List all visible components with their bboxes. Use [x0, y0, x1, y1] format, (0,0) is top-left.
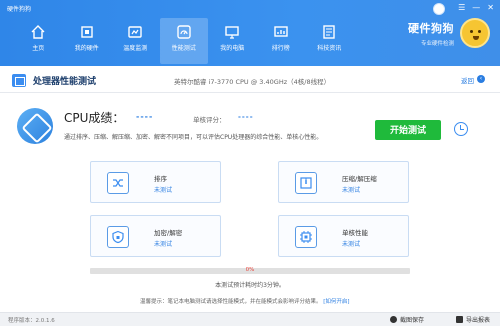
test-status: 未测试 [342, 187, 361, 194]
cpu-test-icon [12, 74, 26, 87]
test-card-sort[interactable]: 排序 未测试 [90, 161, 221, 203]
screenshot-label: 截图保存 [399, 317, 424, 324]
minimize-icon[interactable]: — [472, 3, 480, 13]
back-arrow-icon[interactable]: ‹ [477, 75, 485, 83]
nav-label: 性能测试 [171, 45, 196, 52]
cpu-icon [17, 108, 53, 144]
page-header: 处理器性能测试 英特尔酷睿 i7-3770 CPU @ 3.40GHz（4核/8… [0, 66, 500, 93]
shuffle-icon [107, 172, 129, 194]
test-description: 通过排序、压缩、解压缩、加密、解密不同项目，可以评估CPU处理器的综合性能、单核… [64, 134, 323, 141]
test-card-encrypt[interactable]: 加密/解密 未测试 [90, 215, 221, 257]
export-icon [455, 316, 463, 323]
thermometer-icon [128, 26, 142, 38]
export-label: 导出报表 [465, 317, 490, 324]
home-icon [31, 25, 45, 39]
test-title: 压缩/解压缩 [342, 175, 377, 183]
news-icon [323, 25, 335, 39]
tip-text: 温馨提示：笔记本电脑测试请选择性能模式，并在能模式会影响评分结果。 [如何开启] [140, 297, 350, 305]
progress-label: 0% [245, 267, 255, 273]
screenshot-save-button[interactable]: 截图保存 [389, 315, 424, 324]
how-to-enable-link[interactable]: [如何开启] [323, 299, 349, 305]
window-controls: ☰ — ✕ [458, 3, 494, 13]
test-status: 未测试 [342, 241, 361, 248]
export-report-button[interactable]: 导出报表 [455, 315, 490, 324]
test-status: 未测试 [154, 187, 173, 194]
chip-icon [81, 26, 93, 38]
nav-item-performance-test[interactable]: 性能测试 [159, 18, 208, 64]
monitor-icon [225, 26, 239, 39]
tip-message: 温馨提示：笔记本电脑测试请选择性能模式，并在能模式会影响评分结果。 [140, 299, 322, 305]
nav-item-home[interactable]: 主页 [14, 18, 63, 64]
ranking-icon [274, 26, 288, 37]
dog-logo-icon [460, 18, 490, 48]
speedometer-icon [177, 25, 191, 39]
processor-icon [295, 226, 317, 248]
shield-icon [107, 226, 129, 248]
test-title: 排序 [154, 175, 167, 183]
nav-item-tech-news[interactable]: 科技资讯 [305, 18, 354, 64]
nav-label: 主页 [32, 45, 45, 52]
cpu-score-value: ---- [136, 112, 154, 121]
nav-item-my-computer[interactable]: 我的电脑 [208, 18, 257, 64]
cpu-model: 英特尔酷睿 i7-3770 CPU @ 3.40GHz（4核/8线程） [174, 78, 331, 86]
main-content: CPU成绩： ---- 单核评分： ---- 通过排序、压缩、解压缩、加密、解密… [0, 94, 500, 312]
nav-label: 我的硬件 [74, 45, 99, 52]
brand-subtitle: 专业硬件检测 [420, 40, 454, 47]
progress-bar: 0% [90, 267, 410, 274]
cpu-score-label: CPU成绩： [64, 111, 125, 125]
nav-label: 温度监测 [123, 45, 148, 52]
camera-icon [389, 316, 397, 323]
main-nav: 主页 我的硬件 温度监测 性能测试 我的电脑 排行榜 科技资讯 [14, 18, 354, 64]
archive-icon [295, 172, 317, 194]
test-status: 未测试 [154, 241, 173, 248]
nav-item-temperature[interactable]: 温度监测 [111, 18, 160, 64]
menu-icon[interactable]: ☰ [458, 3, 465, 13]
version-text: 程序版本：2.0.1.6 [8, 318, 55, 324]
page-title: 处理器性能测试 [33, 77, 97, 87]
estimated-time: 本测试预计耗时约3分钟。 [215, 282, 285, 289]
brand-title: 硬件狗狗 [408, 21, 454, 35]
close-icon[interactable]: ✕ [487, 3, 494, 13]
test-title: 加密/解密 [154, 229, 183, 237]
user-avatar[interactable] [433, 3, 445, 15]
status-bar: 程序版本：2.0.1.6 截图保存 导出报表 [0, 312, 500, 326]
single-core-label: 单核评分： [193, 116, 226, 124]
test-card-compress[interactable]: 压缩/解压缩 未测试 [278, 161, 409, 203]
test-card-single-core[interactable]: 单核性能 未测试 [278, 215, 409, 257]
brand: 硬件狗狗 专业硬件检测 [408, 18, 490, 48]
app-title: 硬件狗狗 [7, 6, 32, 13]
history-icon[interactable] [454, 122, 468, 136]
start-test-button[interactable]: 开始测试 [375, 120, 441, 140]
nav-item-ranking[interactable]: 排行榜 [257, 18, 306, 64]
top-header: 硬件狗狗 ☰ — ✕ 主页 我的硬件 温度监测 性能测试 我的电脑 排行榜 科技… [0, 0, 500, 66]
nav-item-my-hardware[interactable]: 我的硬件 [63, 18, 112, 64]
single-core-value: ---- [238, 113, 254, 121]
nav-label: 我的电脑 [220, 45, 245, 52]
nav-label: 排行榜 [271, 45, 290, 52]
back-button[interactable]: 返回 [461, 75, 474, 85]
nav-label: 科技资讯 [317, 45, 342, 52]
test-title: 单核性能 [342, 229, 368, 237]
